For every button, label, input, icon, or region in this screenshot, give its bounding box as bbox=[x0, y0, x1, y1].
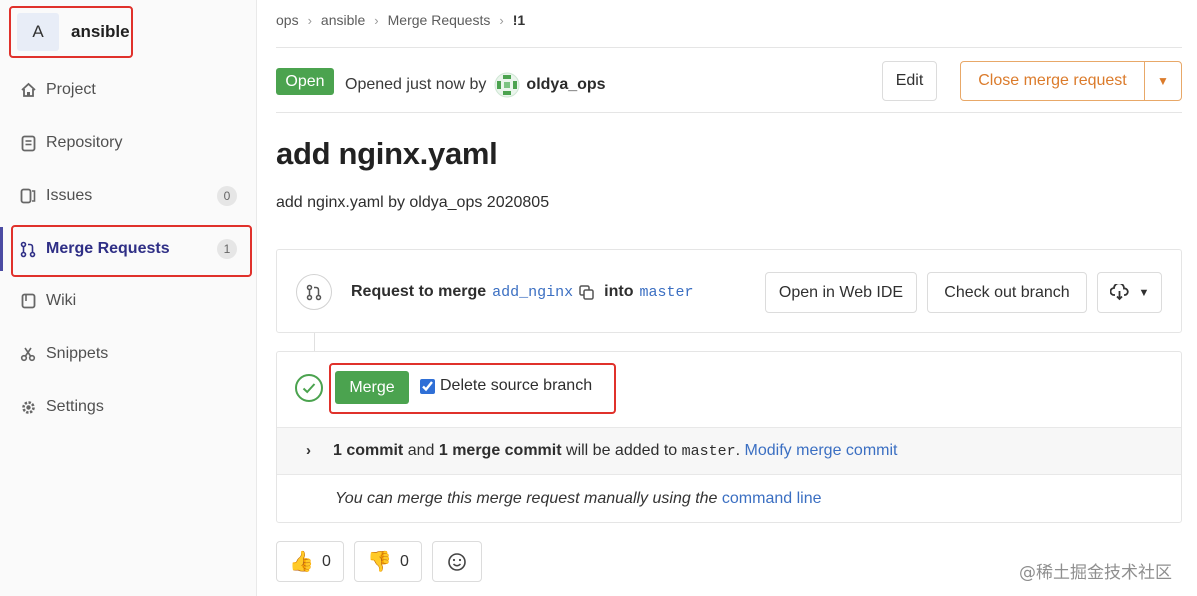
project-header[interactable]: A ansible bbox=[9, 6, 133, 58]
breadcrumb-item-current[interactable]: !1 bbox=[513, 12, 525, 28]
edit-button[interactable]: Edit bbox=[882, 61, 937, 101]
thumbs-up-count: 0 bbox=[322, 552, 331, 570]
issues-icon bbox=[19, 187, 37, 205]
smiley-icon bbox=[447, 552, 467, 572]
thumbs-down-award-button[interactable]: 👎 0 bbox=[354, 541, 422, 582]
close-options-dropdown[interactable]: ▼ bbox=[1144, 61, 1182, 101]
issues-count-badge: 0 bbox=[217, 186, 237, 206]
settings-icon bbox=[19, 398, 37, 416]
divider bbox=[276, 47, 1182, 48]
sidebar-item-issues[interactable]: Issues 0 bbox=[0, 174, 257, 218]
merge-highlight-box bbox=[329, 363, 616, 414]
commit-summary-text: 1 commit and 1 merge commit will be adde… bbox=[333, 442, 897, 460]
manual-merge-text: You can merge this merge request manuall… bbox=[335, 490, 722, 507]
sidebar-item-label: Project bbox=[46, 81, 96, 98]
target-branch[interactable]: master bbox=[639, 284, 693, 301]
added-to-text: will be added to bbox=[561, 442, 682, 459]
thumbs-down-icon: 👎 bbox=[367, 551, 392, 573]
merge-commit-count: 1 merge commit bbox=[438, 442, 562, 459]
divider bbox=[276, 112, 1182, 113]
target-branch-name: master bbox=[681, 442, 736, 460]
sidebar-item-project[interactable]: Project bbox=[0, 68, 257, 112]
project-avatar: A bbox=[17, 13, 59, 51]
project-name: ansible bbox=[71, 22, 130, 41]
merge-request-icon bbox=[296, 274, 332, 310]
modify-merge-commit-link[interactable]: Modify merge commit bbox=[745, 442, 898, 460]
thumbs-up-award-button[interactable]: 👍 0 bbox=[276, 541, 344, 582]
add-reaction-button[interactable] bbox=[432, 541, 482, 582]
repository-icon bbox=[19, 134, 37, 152]
breadcrumb-separator-icon: › bbox=[374, 12, 379, 28]
open-web-ide-button[interactable]: Open in Web IDE bbox=[765, 272, 917, 313]
download-cloud-icon bbox=[1109, 284, 1129, 301]
download-dropdown-button[interactable]: ▼ bbox=[1097, 272, 1162, 313]
breadcrumb-separator-icon: › bbox=[307, 12, 312, 28]
check-out-branch-button[interactable]: Check out branch bbox=[927, 272, 1087, 313]
into-text: into bbox=[604, 283, 634, 300]
breadcrumb: ops › ansible › Merge Requests › !1 bbox=[276, 12, 525, 28]
breadcrumb-item-project[interactable]: ansible bbox=[321, 12, 365, 28]
sidebar-item-label: Settings bbox=[46, 398, 104, 415]
opened-info: Opened just now by oldya_ops bbox=[345, 72, 606, 98]
sidebar-item-label: Snippets bbox=[46, 345, 109, 362]
and-text: and bbox=[403, 442, 439, 459]
timeline-connector bbox=[314, 333, 315, 351]
status-badge: Open bbox=[276, 68, 334, 95]
close-merge-request-button[interactable]: Close merge request bbox=[960, 61, 1145, 101]
watermark: @稀土掘金技术社区 bbox=[1019, 563, 1172, 583]
author-name[interactable]: oldya_ops bbox=[526, 76, 605, 94]
merge-requests-highlight-box bbox=[11, 225, 252, 277]
breadcrumb-item-group[interactable]: ops bbox=[276, 12, 299, 28]
sidebar-item-label: Repository bbox=[46, 134, 123, 151]
sidebar-item-settings[interactable]: Settings bbox=[0, 385, 257, 429]
breadcrumb-separator-icon: › bbox=[499, 12, 504, 28]
copy-icon[interactable] bbox=[579, 284, 594, 300]
sidebar-item-label: Issues bbox=[46, 187, 93, 204]
manual-merge-hint: You can merge this merge request manuall… bbox=[335, 490, 822, 508]
wiki-icon bbox=[19, 292, 37, 310]
chevron-right-icon[interactable]: › bbox=[306, 442, 311, 459]
success-check-icon bbox=[295, 374, 323, 402]
page-title: add nginx.yaml bbox=[276, 136, 498, 171]
caret-down-icon: ▼ bbox=[1157, 74, 1169, 88]
opened-text: Opened just now by bbox=[345, 76, 487, 93]
thumbs-up-icon: 👍 bbox=[289, 551, 314, 573]
commit-count: 1 commit bbox=[333, 442, 404, 459]
home-icon bbox=[19, 81, 37, 99]
sidebar-item-wiki[interactable]: Wiki bbox=[0, 279, 257, 323]
caret-down-icon: ▼ bbox=[1138, 286, 1150, 299]
snippets-icon bbox=[19, 345, 37, 363]
period-text: . bbox=[735, 442, 745, 459]
sidebar-item-label: Wiki bbox=[46, 292, 77, 309]
merge-branch-summary: Request to merge add_nginx into master bbox=[351, 283, 700, 301]
merge-prefix-text: Request to merge bbox=[351, 283, 487, 300]
breadcrumb-item-merge-requests[interactable]: Merge Requests bbox=[388, 12, 491, 28]
sidebar: A ansible Project Repository Issues 0 Me… bbox=[0, 0, 257, 596]
author-avatar[interactable] bbox=[494, 72, 520, 98]
source-branch[interactable]: add_nginx bbox=[492, 284, 573, 301]
sidebar-item-repository[interactable]: Repository bbox=[0, 121, 257, 165]
thumbs-down-count: 0 bbox=[400, 552, 409, 570]
sidebar-item-snippets[interactable]: Snippets bbox=[0, 332, 257, 376]
mr-description: add nginx.yaml by oldya_ops 2020805 bbox=[276, 194, 550, 211]
command-line-link[interactable]: command line bbox=[722, 490, 822, 508]
